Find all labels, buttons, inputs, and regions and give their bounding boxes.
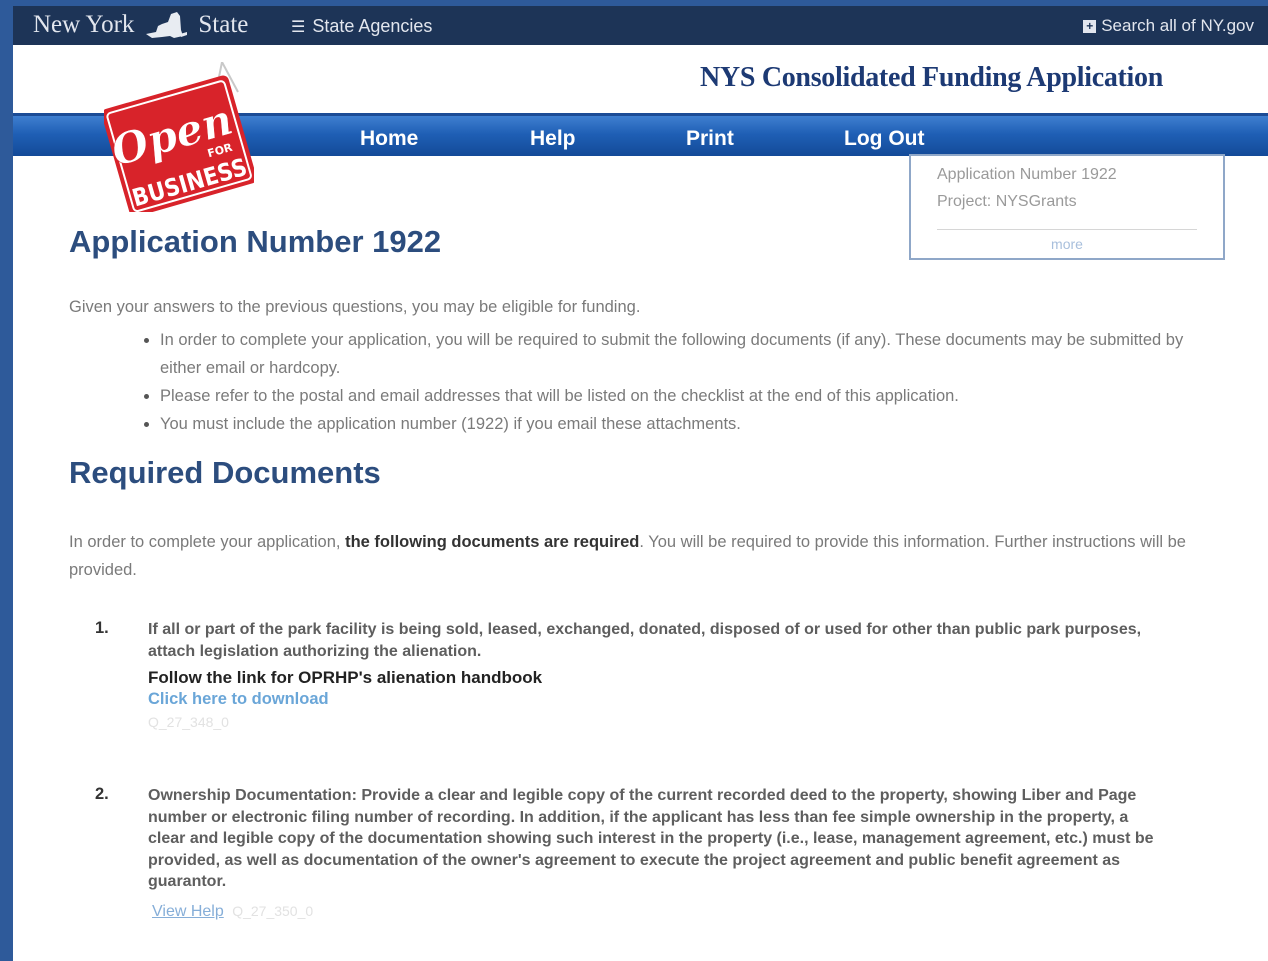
req-intro-bold: the following documents are required bbox=[345, 533, 640, 551]
nygov-brand[interactable]: New York State bbox=[33, 10, 248, 40]
info-divider bbox=[937, 229, 1197, 230]
open-for-business-logo: Open FOR BUSINESS bbox=[104, 62, 254, 212]
instructions-list: In order to complete your application, y… bbox=[140, 326, 1210, 438]
info-more-link[interactable]: more bbox=[911, 236, 1223, 252]
document-item-2: 2. Ownership Documentation: Provide a cl… bbox=[95, 785, 1175, 895]
instruction-item: Please refer to the postal and email add… bbox=[140, 382, 1210, 410]
question-code: Q_27_350_0 bbox=[232, 903, 314, 919]
required-documents-heading: Required Documents bbox=[69, 455, 381, 490]
search-nygov-button[interactable]: + Search all of NY.gov bbox=[1083, 16, 1254, 36]
download-link[interactable]: Click here to download bbox=[148, 689, 1168, 711]
brand-new-york: New York bbox=[33, 11, 135, 38]
document-text: Ownership Documentation: Provide a clear… bbox=[148, 787, 1154, 890]
instruction-item: In order to complete your application, y… bbox=[140, 326, 1210, 382]
view-help-link[interactable]: View Help bbox=[152, 903, 224, 920]
question-code: Q_27_348_0 bbox=[148, 714, 229, 730]
document-item-1: 1. If all or part of the park facility i… bbox=[95, 619, 1175, 739]
nav-print[interactable]: Print bbox=[686, 127, 734, 151]
site-title: NYS Consolidated Funding Application bbox=[700, 62, 1164, 93]
document-number: 1. bbox=[95, 619, 109, 637]
document-body: Ownership Documentation: Provide a clear… bbox=[148, 785, 1168, 893]
req-intro-pre: In order to complete your application, bbox=[69, 533, 346, 551]
document-number: 2. bbox=[95, 785, 109, 803]
nav-logout[interactable]: Log Out bbox=[844, 127, 924, 151]
info-application-number: Application Number 1922 bbox=[937, 166, 1117, 183]
view-help-row: View Help Q_27_350_0 bbox=[152, 903, 313, 921]
required-documents-intro: In order to complete your application, t… bbox=[69, 528, 1209, 584]
info-project: Project: NYSGrants bbox=[937, 193, 1077, 210]
brand-state: State bbox=[198, 11, 249, 38]
nygov-top-bar: New York State ☰ State Agencies + Search… bbox=[13, 6, 1268, 45]
ny-state-icon bbox=[146, 12, 188, 38]
nav-help[interactable]: Help bbox=[530, 127, 576, 151]
state-agencies-label: State Agencies bbox=[312, 16, 433, 36]
plus-icon: + bbox=[1083, 19, 1097, 33]
document-body: If all or part of the park facility is b… bbox=[148, 619, 1168, 734]
nav-home[interactable]: Home bbox=[360, 127, 418, 151]
eligibility-intro: Given your answers to the previous quest… bbox=[69, 298, 641, 316]
list-icon: ☰ bbox=[291, 18, 305, 36]
search-nygov-label: Search all of NY.gov bbox=[1101, 16, 1254, 35]
document-text: If all or part of the park facility is b… bbox=[148, 621, 1142, 660]
page-title: Application Number 1922 bbox=[69, 224, 442, 259]
state-agencies-menu[interactable]: ☰ State Agencies bbox=[291, 16, 432, 37]
instruction-item: You must include the application number … bbox=[140, 410, 1210, 438]
handbook-note: Follow the link for OPRHP's alienation h… bbox=[148, 668, 543, 687]
application-info-box: Application Number 1922 Project: NYSGran… bbox=[909, 154, 1225, 260]
